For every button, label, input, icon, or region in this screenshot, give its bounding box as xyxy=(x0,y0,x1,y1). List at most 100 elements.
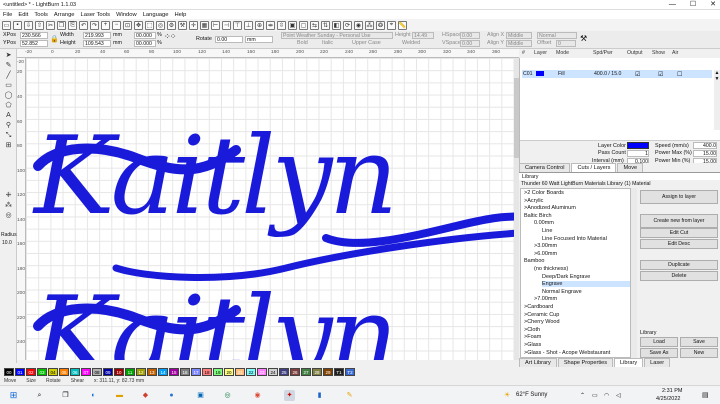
store-icon[interactable]: ▣ xyxy=(195,390,206,401)
palette-swatch[interactable]: 16 xyxy=(180,368,190,376)
palette-swatch[interactable]: T1 xyxy=(334,368,344,376)
scale-w-input[interactable]: 00.000 xyxy=(134,32,156,39)
library-tree-item[interactable]: >Acrylic xyxy=(524,198,543,204)
status-rotate[interactable]: Rotate xyxy=(46,378,61,384)
array-grid-icon[interactable]: ⁜ xyxy=(3,191,14,200)
script-text-kaitlyn-bottom[interactable]: Kaitlyn xyxy=(32,274,398,360)
menu-window[interactable]: Window xyxy=(113,12,140,18)
paste-icon[interactable]: ⎘ xyxy=(68,20,77,30)
layer-mode[interactable]: Fill xyxy=(558,71,565,77)
tabs-tool-icon[interactable]: ⊞ xyxy=(3,141,14,150)
library-tree-item[interactable]: >Foam xyxy=(524,334,541,340)
library-tree-item[interactable]: >Cardboard xyxy=(524,304,553,310)
library-tree-item[interactable]: (no thickness) xyxy=(534,266,568,272)
tab-camera-control[interactable]: Camera Control xyxy=(519,163,571,172)
library-tree-item[interactable]: >Glass - Shot - Acope Webstaurant xyxy=(524,350,610,356)
palette-swatch[interactable]: 23 xyxy=(257,368,267,376)
edit-desc-button[interactable]: Edit Desc xyxy=(640,239,718,249)
create-from-layer-button[interactable]: Create new from layer xyxy=(640,214,718,228)
tree-scrollbar[interactable] xyxy=(631,188,637,358)
zoom-out-icon[interactable]: − xyxy=(112,20,121,30)
close-button[interactable]: ✕ xyxy=(710,0,716,10)
palette-swatch[interactable]: 27 xyxy=(301,368,311,376)
palette-swatch[interactable]: 22 xyxy=(246,368,256,376)
zoom-frame-icon[interactable]: ⊡ xyxy=(123,20,132,30)
center-icon[interactable]: ✛ xyxy=(189,20,198,30)
chrome-icon[interactable]: ◉ xyxy=(252,390,263,401)
weather-text[interactable]: 62°F Sunny xyxy=(516,392,547,398)
library-tree-item[interactable]: >6.00mm xyxy=(534,251,557,257)
menu-tools[interactable]: Tools xyxy=(31,12,51,18)
menu-language[interactable]: Language xyxy=(140,12,172,18)
palette-swatch[interactable]: 11 xyxy=(125,368,135,376)
tab-cuts-layers[interactable]: Cuts / Layers xyxy=(571,163,617,172)
library-tree-item[interactable]: Line xyxy=(542,228,552,234)
ypos-input[interactable]: 52.852 xyxy=(20,40,48,47)
library-tree-item[interactable]: Baltic Birch xyxy=(524,213,552,219)
library-tree-item[interactable]: >Glass xyxy=(524,342,541,348)
clock-time[interactable]: 2:31 PM xyxy=(662,388,682,394)
circle-array-icon[interactable]: ❂ xyxy=(376,20,385,30)
rotate-icon[interactable]: ⟳ xyxy=(343,20,352,30)
align-top-icon[interactable]: ⊤ xyxy=(233,20,242,30)
pass-count-input[interactable]: 1 xyxy=(627,150,649,157)
app-icon-1[interactable]: ◆ xyxy=(140,390,151,401)
lock-icon[interactable]: 🔒 xyxy=(50,35,59,43)
welded-checkbox[interactable]: Welded xyxy=(402,40,420,46)
library-tree-item[interactable]: >3.00mm xyxy=(534,243,557,249)
copy-icon[interactable]: ❐ xyxy=(57,20,66,30)
mirror-icon[interactable]: ◧ xyxy=(332,20,341,30)
redo-icon[interactable]: ↷ xyxy=(90,20,99,30)
palette-swatch[interactable]: 26 xyxy=(290,368,300,376)
align-left-icon[interactable]: ⊢ xyxy=(211,20,220,30)
tab-art-library[interactable]: Art Library xyxy=(519,358,557,367)
scale-h-input[interactable]: 00.000 xyxy=(134,40,156,47)
flip-v-icon[interactable]: ⇅ xyxy=(321,20,330,30)
line-tool-icon[interactable]: ╱ xyxy=(3,71,14,80)
select-icon[interactable]: ⬚ xyxy=(145,20,154,30)
library-tree-item[interactable]: >Cherry Wood xyxy=(524,319,560,325)
palette-swatch[interactable]: 29 xyxy=(323,368,333,376)
library-tree-item[interactable]: >2 Color Boards xyxy=(524,190,564,196)
script-text-kaitlyn-top[interactable]: Kaitlyn xyxy=(32,114,398,239)
grid-icon[interactable]: ▦ xyxy=(200,20,209,30)
upper-case-checkbox[interactable]: Upper Case xyxy=(352,40,381,46)
load-button[interactable]: Load xyxy=(640,337,678,347)
app-icon-2[interactable]: ● xyxy=(166,390,177,401)
library-tree-item[interactable]: >7.00mm xyxy=(534,296,557,302)
align-x-select[interactable]: Middle xyxy=(506,32,532,39)
app-icon-4[interactable]: ▮ xyxy=(314,390,325,401)
text-tool-icon-left[interactable]: A xyxy=(3,111,14,120)
italic-checkbox[interactable]: Italic xyxy=(322,40,333,46)
clock-date[interactable]: 4/25/2022 xyxy=(656,396,680,402)
palette-swatch[interactable]: 09 xyxy=(103,368,113,376)
menu-arrange[interactable]: Arrange xyxy=(51,12,78,18)
bold-checkbox[interactable]: Bold xyxy=(297,40,308,46)
palette-swatch[interactable]: 03 xyxy=(37,368,47,376)
layer-color-picker[interactable] xyxy=(627,142,649,149)
width-input[interactable]: 219.993 xyxy=(83,32,111,39)
palette-swatch[interactable]: 24 xyxy=(268,368,278,376)
library-tree-item[interactable]: >Anodized Aluminum xyxy=(524,205,576,211)
palette-swatch[interactable]: 18 xyxy=(202,368,212,376)
save-icon[interactable]: ▪ xyxy=(13,20,22,30)
status-shear[interactable]: Shear xyxy=(71,378,84,384)
layer-list-arrows[interactable]: ▲ ▼ xyxy=(714,70,720,130)
library-tree-item[interactable]: >Ceramic Cup xyxy=(524,312,559,318)
layer-row[interactable]: C01 Fill 400.0 / 15.0 ☑ ☑ ☐ xyxy=(522,70,712,78)
vspace-input[interactable]: 0.00 xyxy=(460,40,480,47)
palette-swatch[interactable]: 19 xyxy=(213,368,223,376)
menu-laser-tools[interactable]: Laser Tools xyxy=(78,12,114,18)
palette-swatch[interactable]: 07 xyxy=(81,368,91,376)
show-checkbox-icon[interactable]: ☑ xyxy=(658,71,663,78)
maximize-button[interactable]: ☐ xyxy=(690,0,696,10)
task-view-icon[interactable]: ❐ xyxy=(60,390,71,401)
lightburn-taskbar-icon[interactable]: ✦ xyxy=(284,390,295,401)
measure-tool-icon[interactable]: ⤡ xyxy=(3,131,14,140)
file-explorer-icon[interactable]: ▬ xyxy=(114,390,125,401)
device-settings-icon[interactable]: ⚒ xyxy=(178,20,187,30)
cut-icon[interactable]: ✂ xyxy=(46,20,55,30)
align-right-icon[interactable]: ⊣ xyxy=(222,20,231,30)
windows-start-icon[interactable]: ⊞ xyxy=(8,390,19,401)
tab-move[interactable]: Move xyxy=(617,163,644,172)
